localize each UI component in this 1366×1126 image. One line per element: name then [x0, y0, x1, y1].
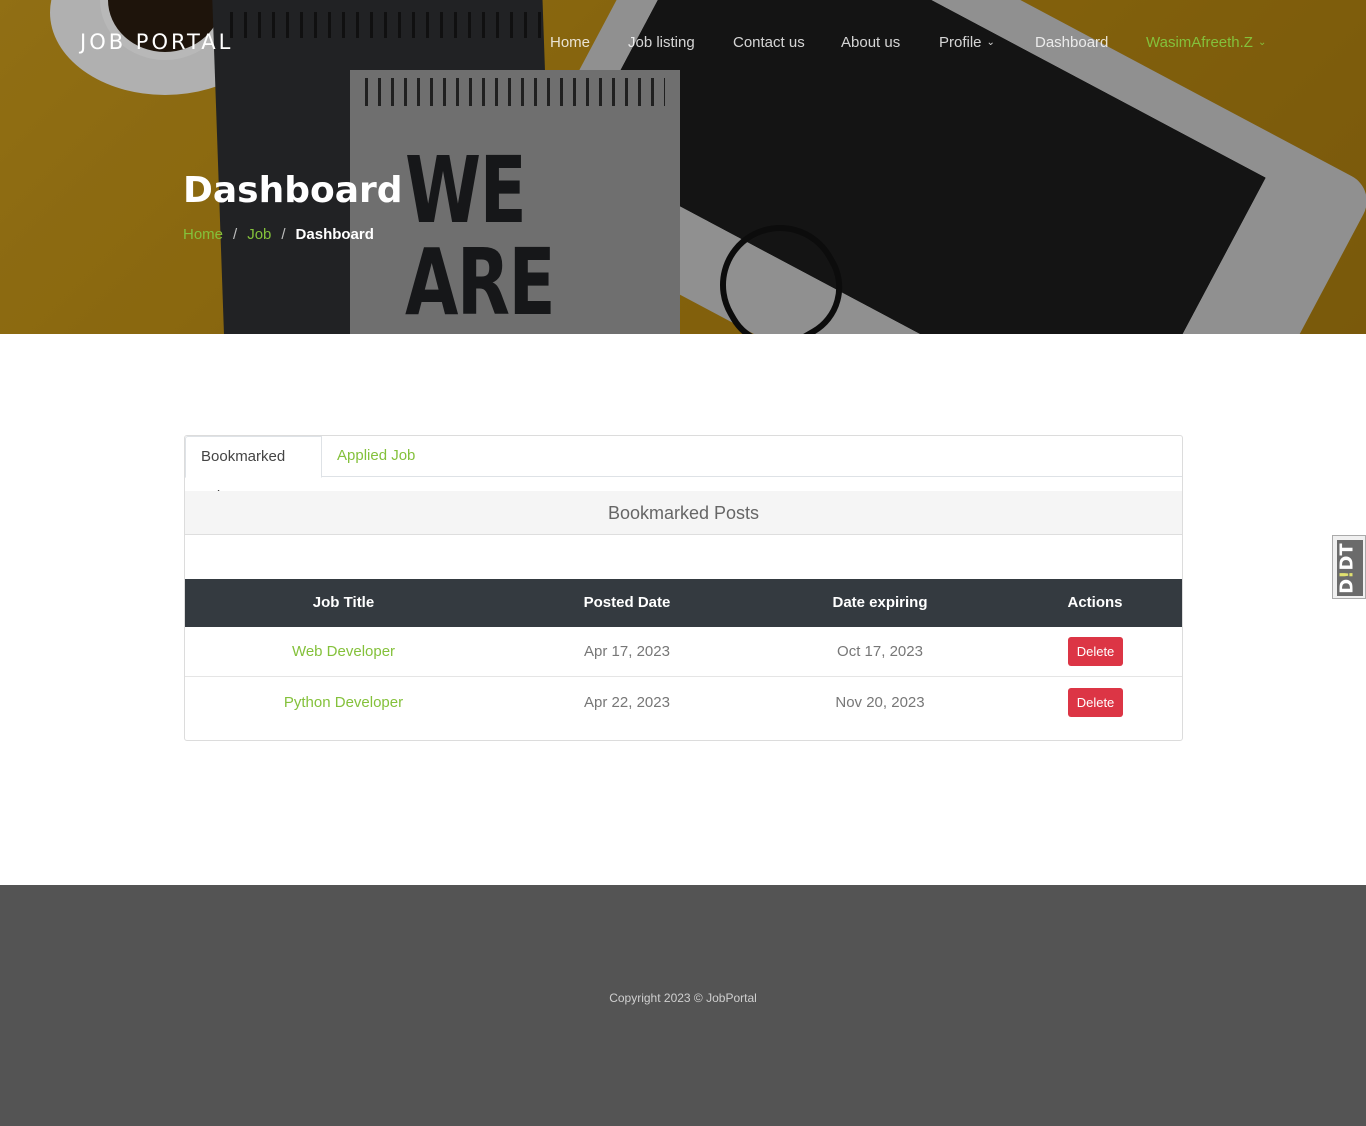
posted-date: Apr 22, 2023 [584, 694, 670, 711]
tab-applied-job[interactable]: Applied Job [322, 436, 430, 477]
breadcrumb-separator: / [281, 226, 286, 243]
job-title-link[interactable]: Python Developer [185, 678, 502, 728]
expiring-date: Oct 17, 2023 [837, 643, 923, 660]
column-actions: Actions [1067, 594, 1123, 611]
panel-heading: Bookmarked Posts [185, 491, 1182, 535]
user-name: WasimAfreeth.Z [1146, 34, 1253, 51]
top-navbar: JOB PORTAL Home Job listing Contact us A… [0, 0, 1366, 86]
nav-home[interactable]: Home [550, 34, 590, 51]
nav-profile-label: Profile [939, 34, 982, 51]
copyright-text: Copyright 2023 © JobPortal [609, 991, 757, 1005]
nav-dashboard[interactable]: Dashboard [1035, 34, 1108, 51]
breadcrumb: Home / Job / Dashboard [183, 226, 374, 243]
nav-job-listing[interactable]: Job listing [628, 34, 695, 51]
posted-date: Apr 17, 2023 [584, 643, 670, 660]
footer: Copyright 2023 © JobPortal [0, 885, 1366, 1126]
nav-about-us[interactable]: About us [841, 34, 900, 51]
column-date-expiring: Date expiring [832, 594, 928, 611]
breadcrumb-home[interactable]: Home [183, 226, 223, 243]
brand-logo[interactable]: JOB PORTAL [80, 30, 233, 54]
table-row: Python Developer Apr 22, 2023 Nov 20, 20… [185, 678, 1182, 728]
page-title: Dashboard [183, 170, 403, 211]
breadcrumb-job[interactable]: Job [247, 226, 271, 243]
delete-button[interactable]: Delete [1068, 688, 1123, 717]
breadcrumb-current: Dashboard [295, 226, 374, 243]
dashboard-card: Bookmarked Job Applied Job Bookmarked Po… [184, 435, 1183, 741]
table-header: Job Title Posted Date Date expiring Acti… [185, 579, 1182, 627]
nav-contact-us[interactable]: Contact us [733, 34, 805, 51]
table-row: Web Developer Apr 17, 2023 Oct 17, 2023 … [185, 627, 1182, 677]
chevron-down-icon: ⌄ [986, 37, 995, 48]
column-posted-date: Posted Date [583, 594, 671, 611]
tab-bookmarked-job[interactable]: Bookmarked Job [185, 436, 322, 505]
nav-profile[interactable]: Profile ⌄ [939, 34, 995, 51]
expiring-date: Nov 20, 2023 [835, 694, 925, 711]
delete-button[interactable]: Delete [1068, 637, 1123, 666]
side-tab-label: D!DT [1336, 543, 1358, 594]
nav-user-menu[interactable]: WasimAfreeth.Z ⌄ [1146, 34, 1266, 51]
chevron-down-icon: ⌄ [1257, 37, 1267, 48]
side-extension-tab[interactable]: D!DT [1332, 535, 1366, 599]
breadcrumb-separator: / [233, 226, 238, 243]
tab-bar: Bookmarked Job Applied Job [185, 436, 1182, 505]
column-job-title: Job Title [312, 594, 375, 611]
job-title-link[interactable]: Web Developer [185, 627, 502, 677]
